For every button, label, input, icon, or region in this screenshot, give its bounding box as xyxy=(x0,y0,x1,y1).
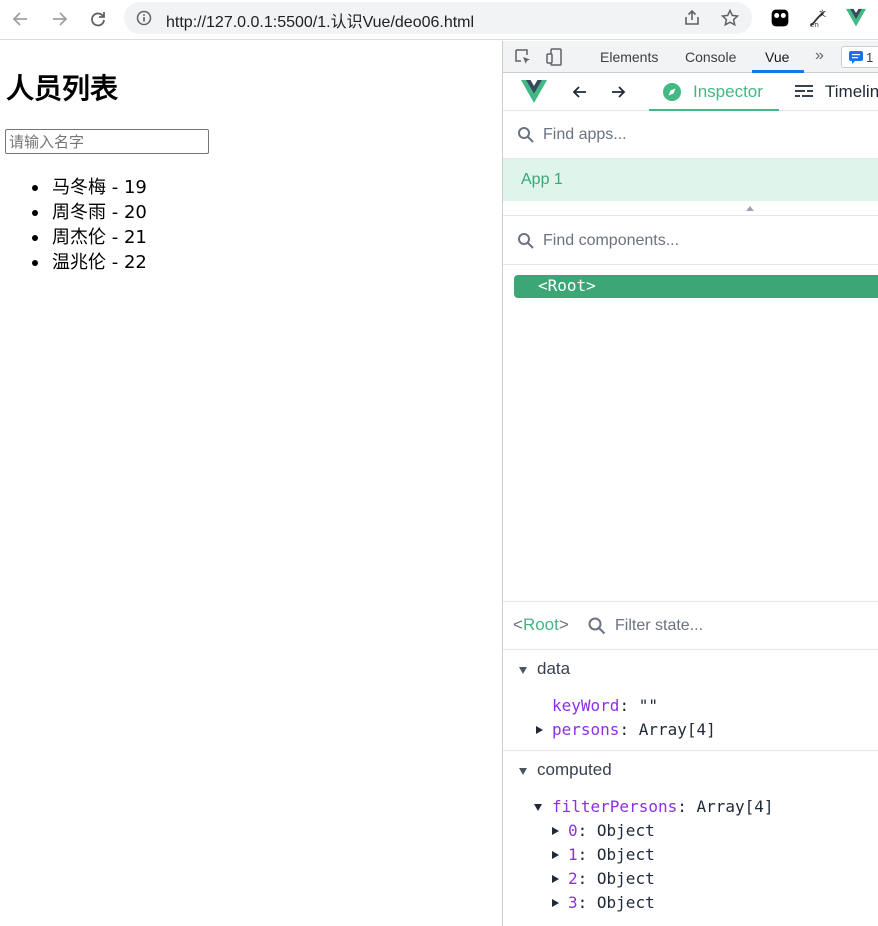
search-icon xyxy=(588,617,606,635)
issues-badge[interactable]: 1 xyxy=(841,46,878,68)
app-name: App 1 xyxy=(521,171,563,188)
devtools-tab-bar: Elements Console Vue » 1 xyxy=(503,41,878,73)
caret-right-icon[interactable] xyxy=(552,827,559,835)
state-inspector-header: <Root> xyxy=(503,601,878,650)
svg-text:文: 文 xyxy=(819,9,827,18)
selected-component-name: <Root> xyxy=(513,615,569,634)
arrow-right-icon xyxy=(53,12,68,26)
page-content: 人员列表 马冬梅 - 19 周冬雨 - 20 周杰伦 - 21 温兆伦 - 22 xyxy=(0,41,502,926)
share-icon[interactable] xyxy=(682,8,702,28)
tab-console[interactable]: Console xyxy=(685,49,736,65)
timeline-label: Timeline xyxy=(825,82,878,101)
page-title: 人员列表 xyxy=(6,72,119,105)
issues-count: 1 xyxy=(866,50,874,65)
section-label: computed xyxy=(537,760,612,779)
component-tree: <Root> xyxy=(503,265,878,601)
tab-inspector[interactable]: Inspector xyxy=(649,73,779,111)
vue-logo-icon xyxy=(521,80,547,103)
inspect-element-icon[interactable] xyxy=(513,47,533,67)
computed-prop-filterpersons[interactable]: filterPersons: Array[4] xyxy=(534,797,774,819)
name-search-input[interactable] xyxy=(5,129,209,154)
devtools-panel: Elements Console Vue » 1 Inspector Timel… xyxy=(502,41,878,926)
split-pane-handle[interactable] xyxy=(503,201,878,216)
url-text[interactable]: http://127.0.0.1:5500/1.认识Vue/deo06.html xyxy=(166,8,474,32)
inspector-label: Inspector xyxy=(693,82,763,101)
caret-right-icon[interactable] xyxy=(552,875,559,883)
arrow-left-icon[interactable] xyxy=(570,82,590,102)
reload-icon xyxy=(91,12,105,27)
message-icon xyxy=(849,51,863,64)
extension-tampermonkey-button[interactable] xyxy=(768,6,792,30)
root-node-label: <Root> xyxy=(538,276,596,295)
find-apps-row xyxy=(503,111,878,159)
app-selector-item[interactable]: App 1 xyxy=(503,159,878,201)
person-list: 马冬梅 - 19 周冬雨 - 20 周杰伦 - 21 温兆伦 - 22 xyxy=(30,175,147,275)
search-icon xyxy=(518,127,534,143)
more-tabs-chevron-icon[interactable]: » xyxy=(815,47,824,65)
caret-right-icon[interactable] xyxy=(536,726,543,734)
caret-down-icon[interactable] xyxy=(534,804,542,811)
collapse-caret-icon[interactable] xyxy=(746,206,754,211)
computed-item[interactable]: 0: Object xyxy=(552,821,655,843)
find-components-input[interactable] xyxy=(543,229,863,253)
svg-text:en: en xyxy=(810,20,820,29)
state-prop-keyword[interactable]: keyWord: "" xyxy=(552,696,658,718)
computed-item[interactable]: 2: Object xyxy=(552,869,655,891)
timeline-icon xyxy=(795,85,813,97)
vue-devtools-header: Inspector Timeline xyxy=(503,73,878,111)
bookmark-star-icon[interactable] xyxy=(720,8,740,28)
address-bar[interactable]: http://127.0.0.1:5500/1.认识Vue/deo06.html xyxy=(124,2,752,34)
vue-logo-icon xyxy=(846,8,866,27)
translate-icon: en 文 xyxy=(810,9,827,29)
state-prop-persons[interactable]: persons: Array[4] xyxy=(536,720,716,742)
list-item: 温兆伦 - 22 xyxy=(30,250,147,275)
section-label: data xyxy=(537,659,571,678)
computed-section-toggle[interactable]: computed xyxy=(503,760,878,782)
filter-state-input[interactable] xyxy=(615,614,865,638)
data-section-toggle[interactable]: data xyxy=(503,659,878,681)
section-divider xyxy=(503,750,878,751)
extension-vue-devtools-button[interactable] xyxy=(844,6,868,30)
back-button[interactable] xyxy=(8,6,34,32)
search-icon xyxy=(518,233,534,249)
arrow-left-icon xyxy=(12,12,27,26)
caret-right-icon[interactable] xyxy=(552,851,559,859)
forward-button[interactable] xyxy=(46,6,72,32)
browser-toolbar: http://127.0.0.1:5500/1.认识Vue/deo06.html… xyxy=(0,0,878,40)
list-item: 周杰伦 - 21 xyxy=(30,225,147,250)
tab-vue[interactable]: Vue xyxy=(765,49,789,65)
tampermonkey-icon xyxy=(771,9,789,27)
tree-node-root[interactable]: <Root> xyxy=(514,275,878,298)
reload-button[interactable] xyxy=(85,6,111,32)
compass-icon xyxy=(663,83,681,101)
caret-down-icon xyxy=(519,768,527,775)
find-apps-input[interactable] xyxy=(543,123,863,147)
tab-elements[interactable]: Elements xyxy=(600,49,658,65)
computed-item[interactable]: 1: Object xyxy=(552,845,655,867)
extension-translate-button[interactable]: en 文 xyxy=(806,6,830,30)
list-item: 周冬雨 - 20 xyxy=(30,200,147,225)
find-components-row xyxy=(503,217,878,265)
computed-item[interactable]: 3: Object xyxy=(552,893,655,915)
arrow-right-icon[interactable] xyxy=(608,82,628,102)
list-item: 马冬梅 - 19 xyxy=(30,175,147,200)
site-info-icon[interactable] xyxy=(136,10,152,26)
caret-right-icon[interactable] xyxy=(552,899,559,907)
caret-down-icon xyxy=(519,667,527,674)
device-toolbar-icon[interactable] xyxy=(545,47,565,67)
